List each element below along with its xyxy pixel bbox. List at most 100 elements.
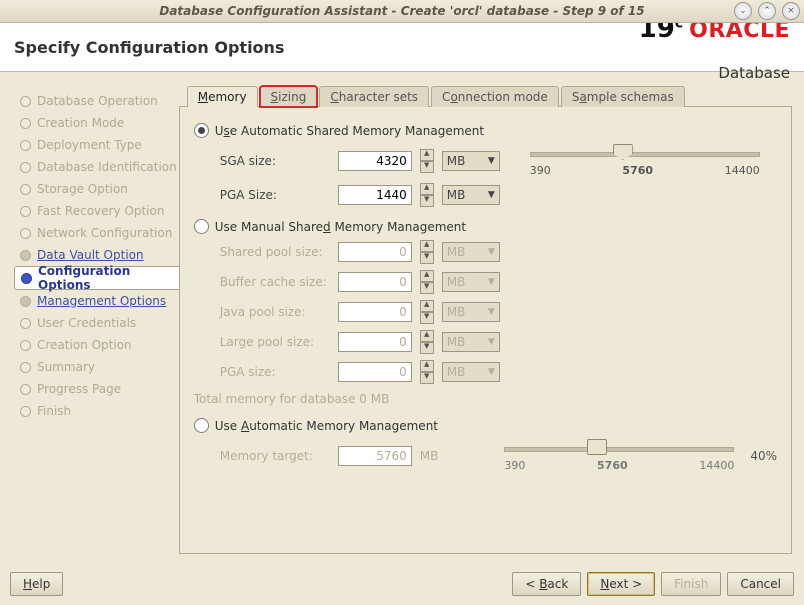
field-label: Buffer cache size:	[220, 275, 330, 289]
content-panel: Memory Sizing Character sets Connection …	[179, 82, 794, 563]
field-label: Large pool size:	[220, 335, 330, 349]
sga-pga-slider[interactable]	[530, 144, 760, 162]
manual-size-row: PGA size: ▲▼ MB▼	[220, 360, 777, 384]
finish-button: Finish	[661, 572, 721, 596]
step-dot-icon	[20, 318, 31, 329]
back-button[interactable]: < Back	[512, 572, 581, 596]
step-dot-icon	[20, 206, 31, 217]
step-dot-icon	[20, 96, 31, 107]
tab-connection-mode[interactable]: Connection mode	[431, 86, 559, 107]
manual-size-row: Large pool size: ▲▼ MB▼	[220, 330, 777, 354]
tab-sample-schemas[interactable]: Sample schemas	[561, 86, 685, 107]
memory-target-slider	[504, 439, 734, 457]
pga-spinner[interactable]: ▲▼	[420, 183, 434, 207]
step-dot-icon	[20, 406, 31, 417]
wizard-steps-nav: Database Operation Creation Mode Deploymen…	[10, 82, 179, 563]
field-spinner: ▲▼	[420, 300, 434, 324]
step-label: Finish	[37, 404, 71, 418]
step-dot-icon	[20, 296, 31, 307]
radio-auto-memory[interactable]: Use Automatic Memory Management	[194, 418, 777, 433]
radio-manual-shared[interactable]: Use Manual Shared Memory Management	[194, 219, 777, 234]
step-dot-icon	[20, 162, 31, 173]
footer: Help < Back Next > Finish Cancel	[0, 563, 804, 605]
cancel-button[interactable]: Cancel	[727, 572, 794, 596]
step-label: Data Vault Option	[37, 248, 144, 262]
radio-icon	[194, 123, 209, 138]
pga-input[interactable]	[338, 185, 412, 205]
field-spinner: ▲▼	[420, 240, 434, 264]
sga-spinner[interactable]: ▲▼	[420, 149, 434, 173]
close-button[interactable]: ×	[782, 2, 800, 20]
pga-label: PGA Size:	[220, 188, 330, 202]
field-spinner: ▲▼	[420, 330, 434, 354]
radio-icon	[194, 219, 209, 234]
step-dot-icon	[20, 118, 31, 129]
wizard-step[interactable]: Configuration Options	[14, 266, 179, 290]
step-label: Fast Recovery Option	[37, 204, 164, 218]
tab-character-sets[interactable]: Character sets	[319, 86, 429, 107]
field-unit-select: MB▼	[442, 332, 500, 352]
field-input	[338, 272, 412, 292]
step-label: Network Configuration	[37, 226, 172, 240]
field-unit-select: MB▼	[442, 362, 500, 382]
wizard-step: Creation Option	[18, 334, 179, 356]
radio-label: Use Automatic Shared Memory Management	[215, 124, 484, 138]
field-label: Java pool size:	[220, 305, 330, 319]
wizard-step: Storage Option	[18, 178, 179, 200]
step-dot-icon	[20, 384, 31, 395]
window-title: Database Configuration Assistant - Creat…	[159, 4, 644, 18]
step-label: Creation Option	[37, 338, 132, 352]
field-unit-select: MB▼	[442, 302, 500, 322]
pga-unit-select[interactable]: MB▼	[442, 185, 500, 205]
wizard-step: User Credentials	[18, 312, 179, 334]
memory-target-pct: 40%	[750, 449, 777, 463]
total-memory-text: Total memory for database 0 MB	[194, 392, 777, 406]
memory-target-unit: MB	[420, 449, 439, 463]
wizard-step: Summary	[18, 356, 179, 378]
wizard-step: Database Identification	[18, 156, 179, 178]
manual-size-row: Buffer cache size:▲▼MB▼	[220, 270, 777, 294]
step-dot-icon	[20, 250, 31, 261]
step-label: Deployment Type	[37, 138, 142, 152]
tab-sizing[interactable]: Sizing	[260, 86, 318, 107]
minimize-button[interactable]: ⌄	[734, 2, 752, 20]
step-dot-icon	[20, 140, 31, 151]
memory-target-input	[338, 446, 412, 466]
help-button[interactable]: Help	[10, 572, 63, 596]
sga-label: SGA size:	[220, 154, 330, 168]
radio-icon	[194, 418, 209, 433]
slider-ticks: 390 5760 14400	[504, 459, 734, 472]
radio-auto-shared[interactable]: Use Automatic Shared Memory Management	[194, 123, 777, 138]
step-label: Management Options	[37, 294, 166, 308]
tabstrip: Memory Sizing Character sets Connection …	[187, 82, 792, 106]
step-dot-icon	[21, 273, 32, 284]
field-spinner: ▲▼	[420, 360, 434, 384]
step-label: Configuration Options	[38, 264, 179, 292]
step-label: Creation Mode	[37, 116, 124, 130]
maximize-button[interactable]: ⌃	[758, 2, 776, 20]
next-button[interactable]: Next >	[587, 572, 655, 596]
step-label: Summary	[37, 360, 95, 374]
sga-unit-select[interactable]: MB▼	[442, 151, 500, 171]
wizard-step[interactable]: Management Options	[18, 290, 179, 312]
step-dot-icon	[20, 340, 31, 351]
field-label: PGA size:	[220, 365, 330, 379]
tab-memory[interactable]: Memory	[187, 86, 258, 107]
sga-input[interactable]	[338, 151, 412, 171]
step-label: Database Operation	[37, 94, 158, 108]
step-label: Database Identification	[37, 160, 177, 174]
wizard-step: Network Configuration	[18, 222, 179, 244]
titlebar: Database Configuration Assistant - Creat…	[0, 0, 804, 23]
radio-label: Use Manual Shared Memory Management	[215, 220, 466, 234]
field-input	[338, 242, 412, 262]
wizard-step: Fast Recovery Option	[18, 200, 179, 222]
manual-size-row: Shared pool size:▲▼MB▼	[220, 240, 777, 264]
step-dot-icon	[20, 228, 31, 239]
wizard-step[interactable]: Data Vault Option	[18, 244, 179, 266]
step-label: User Credentials	[37, 316, 136, 330]
step-label: Storage Option	[37, 182, 128, 196]
field-input	[338, 332, 412, 352]
radio-label: Use Automatic Memory Management	[215, 419, 438, 433]
field-label: Shared pool size:	[220, 245, 330, 259]
step-label: Progress Page	[37, 382, 121, 396]
